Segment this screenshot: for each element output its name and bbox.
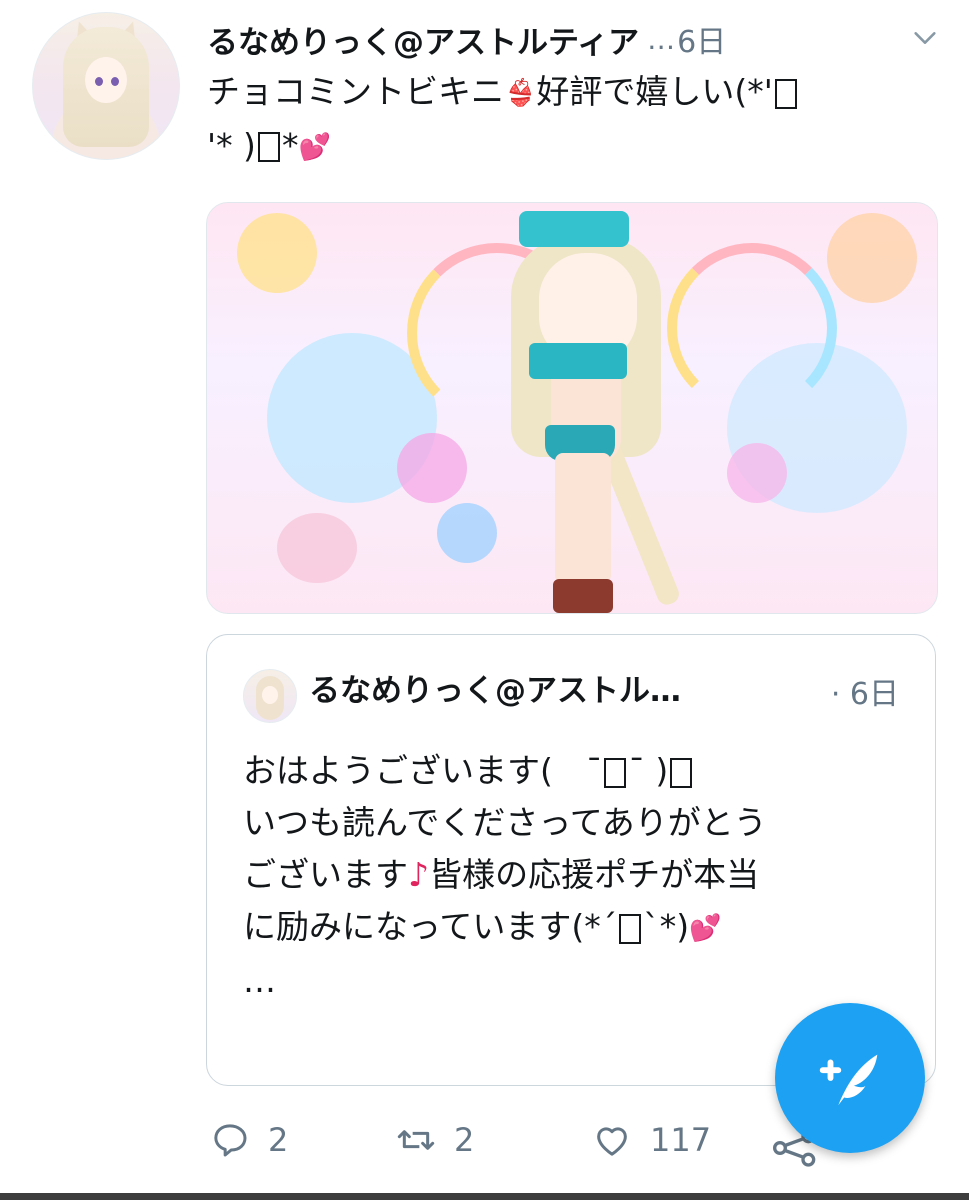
avatar-face: [85, 57, 127, 103]
tweet-time[interactable]: 6日: [677, 17, 726, 61]
like-button[interactable]: 117: [592, 1120, 711, 1160]
quoted-text-ellipsis: …: [243, 960, 276, 1000]
character-legs: [555, 453, 611, 583]
quoted-text-part: ¯ ): [628, 751, 669, 790]
reply-button[interactable]: 2: [210, 1120, 288, 1160]
reply-count: 2: [268, 1121, 289, 1159]
name-truncation: …: [647, 22, 675, 56]
avatar-eye-left: [95, 77, 103, 86]
bg-decoration: [827, 213, 917, 303]
like-count: 117: [650, 1121, 712, 1159]
bikini-emoji: 👙: [504, 78, 537, 109]
character-bikini-top: [529, 343, 627, 379]
retweet-count: 2: [454, 1121, 475, 1159]
heart-emoji: 💕: [298, 132, 331, 162]
bottom-divider: [0, 1193, 969, 1200]
quoted-text-part: `*): [643, 907, 690, 946]
tweet-text-part: 好評で嬉しい(*': [536, 72, 773, 111]
missing-glyph-box: [619, 913, 642, 944]
missing-glyph-box: [774, 78, 797, 109]
avatar[interactable]: [32, 12, 180, 160]
quoted-text: おはようございます( ¯ ¯ ) いつも読んでくださってありがとう ございます♪皆…: [243, 745, 903, 1007]
character-bow: [519, 211, 629, 247]
music-note-icon: ♪: [408, 855, 430, 894]
tweet-actions: 2 2 117: [210, 1120, 850, 1164]
avatar-eye-right: [111, 77, 119, 86]
quoted-author-name: るなめりっく@アストル…: [309, 673, 681, 709]
bg-rainbow: [667, 243, 837, 413]
tweet-text-part: チョコミントビキニ: [207, 72, 504, 111]
compose-tweet-icon: [819, 1054, 878, 1106]
quoted-text-part: に励みになっています(*´: [243, 907, 618, 946]
tweet-text: チョコミントビキニ👙好評で嬉しい(*' '* ) *💕: [207, 66, 947, 173]
author-name[interactable]: るなめりっく@アストルティア: [207, 17, 639, 62]
quoted-avatar: [243, 669, 297, 723]
character-boots: [553, 579, 613, 613]
quoted-text-part: おはようございます( ¯: [243, 751, 603, 790]
tweet-text-part: '* ): [207, 125, 256, 165]
compose-tweet-button[interactable]: [775, 1003, 925, 1153]
bg-decoration: [237, 213, 317, 293]
missing-glyph-box: [604, 757, 627, 788]
tweet-text-part: *: [281, 125, 299, 165]
retweet-icon: [397, 1130, 435, 1150]
missing-glyph-box: [257, 132, 280, 162]
quoted-text-part: いつも読んでくださってありがとう: [243, 803, 767, 842]
bg-decoration: [277, 513, 357, 583]
quoted-time: · 6日: [830, 677, 899, 712]
tweet-media-image[interactable]: [206, 202, 938, 614]
chevron-down-icon[interactable]: [911, 24, 939, 52]
quoted-text-part: 皆様の応援ポチが本当: [429, 855, 760, 894]
retweet-button[interactable]: 2: [396, 1120, 474, 1160]
bg-decoration: [397, 433, 467, 503]
reply-icon: [214, 1124, 247, 1157]
tweet-header: るなめりっく@アストルティア … 6日: [207, 14, 939, 64]
quoted-text-part: ございます: [243, 855, 408, 894]
bg-decoration: [437, 503, 497, 563]
quoted-avatar-face: [262, 686, 278, 704]
bg-decoration: [727, 443, 787, 503]
heart-emoji: 💕: [689, 913, 722, 944]
like-icon: [597, 1127, 627, 1156]
missing-glyph-box: [670, 757, 693, 788]
